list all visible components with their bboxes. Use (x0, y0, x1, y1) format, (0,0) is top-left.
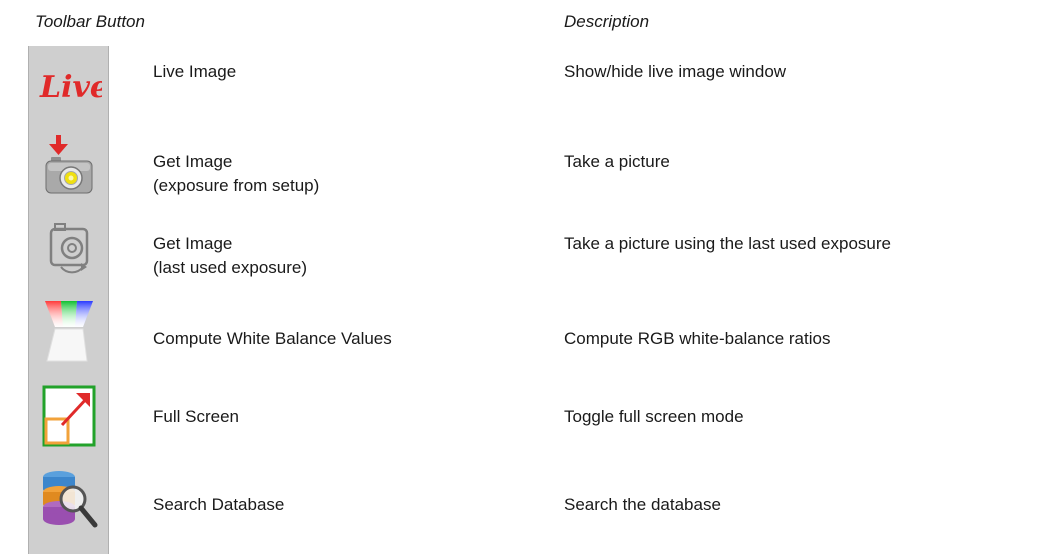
get-image-setup-label: Get Image (153, 152, 233, 171)
camera-outline-icon (49, 223, 88, 274)
white-balance-label: Compute White Balance Values (153, 329, 392, 348)
get-image-last-label: Get Image (153, 234, 233, 253)
get-image-last-sublabel: (last used exposure) (153, 258, 308, 277)
get-image-last-description: Take a picture using the last used expos… (564, 234, 891, 253)
live-image-label: Live Image (153, 62, 237, 81)
search-database-button[interactable] (29, 460, 108, 540)
search-database-icon (42, 471, 97, 528)
get-image-setup-button[interactable] (29, 126, 108, 206)
full-screen-button[interactable] (29, 376, 108, 456)
white-balance-description: Compute RGB white-balance ratios (564, 329, 831, 348)
get-image-setup-sublabel: (exposure from setup) (153, 176, 320, 195)
live-icon: Live (39, 70, 102, 105)
search-database-description: Search the database (564, 495, 721, 514)
white-balance-button[interactable] (29, 292, 108, 372)
full-screen-label: Full Screen (153, 407, 239, 426)
toolbar: Live (28, 46, 109, 554)
svg-text:Live: Live (39, 70, 102, 105)
live-image-button[interactable]: Live (29, 46, 108, 126)
camera-download-icon (45, 135, 92, 194)
get-image-last-button[interactable] (29, 208, 108, 288)
white-balance-icon (44, 301, 93, 362)
column-header-description: Description (564, 12, 650, 31)
column-header-toolbar-button: Toolbar Button (35, 12, 145, 31)
live-image-description: Show/hide live image window (564, 62, 787, 81)
full-screen-icon (42, 385, 95, 447)
full-screen-description: Toggle full screen mode (564, 407, 744, 426)
get-image-setup-description: Take a picture (564, 152, 670, 171)
search-database-label: Search Database (153, 495, 285, 514)
